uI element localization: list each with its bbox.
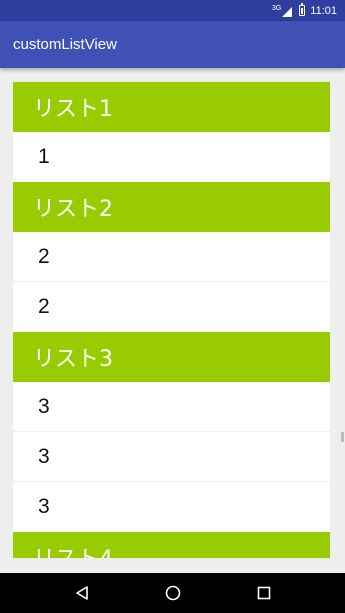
list-item[interactable]: 3 xyxy=(13,432,330,482)
back-icon xyxy=(75,586,88,600)
list-item[interactable]: 2 xyxy=(13,282,330,332)
section-header-label: リスト1 xyxy=(33,97,113,122)
list-item-label: 1 xyxy=(38,145,50,168)
section-header-3[interactable]: リスト3 xyxy=(13,332,330,382)
battery-icon xyxy=(299,3,306,16)
section-header-label: リスト4 xyxy=(33,541,113,558)
app-bar: customListView xyxy=(0,21,345,68)
section-header-4[interactable]: リスト4 xyxy=(13,532,330,558)
back-button[interactable] xyxy=(62,573,102,613)
recents-icon xyxy=(257,586,270,600)
custom-list-view[interactable]: リスト1 1 リスト2 2 2 リスト3 3 3 3 リスト4 xyxy=(13,82,330,558)
home-icon xyxy=(165,585,180,601)
section-header-1[interactable]: リスト1 xyxy=(13,82,330,132)
recents-button[interactable] xyxy=(244,573,284,613)
list-item[interactable]: 3 xyxy=(13,482,330,532)
section-header-2[interactable]: リスト2 xyxy=(13,182,330,232)
scroll-edge-indicator xyxy=(341,432,344,442)
signal-indicator: 3G xyxy=(271,4,293,17)
list-item-label: 2 xyxy=(38,244,50,268)
network-type: 3G xyxy=(271,4,282,12)
section-header-label: リスト3 xyxy=(33,347,113,372)
home-button[interactable] xyxy=(153,573,193,613)
signal-icon xyxy=(282,6,293,17)
list-item-label: 3 xyxy=(38,444,50,468)
list-item-label: 3 xyxy=(38,495,50,518)
list-item[interactable]: 3 xyxy=(13,382,330,432)
list-item-label: 3 xyxy=(38,394,50,418)
navigation-bar xyxy=(0,573,345,613)
screen: 3G 11:01 customListView リスト1 1 リスト2 2 2 … xyxy=(0,0,345,613)
app-title: customListView xyxy=(13,36,117,53)
list-item[interactable]: 1 xyxy=(13,132,330,182)
clock: 11:01 xyxy=(310,4,337,17)
list-item[interactable]: 2 xyxy=(13,232,330,282)
list-item-label: 2 xyxy=(38,295,50,318)
section-header-label: リスト2 xyxy=(33,197,113,222)
status-bar: 3G 11:01 xyxy=(0,0,345,21)
